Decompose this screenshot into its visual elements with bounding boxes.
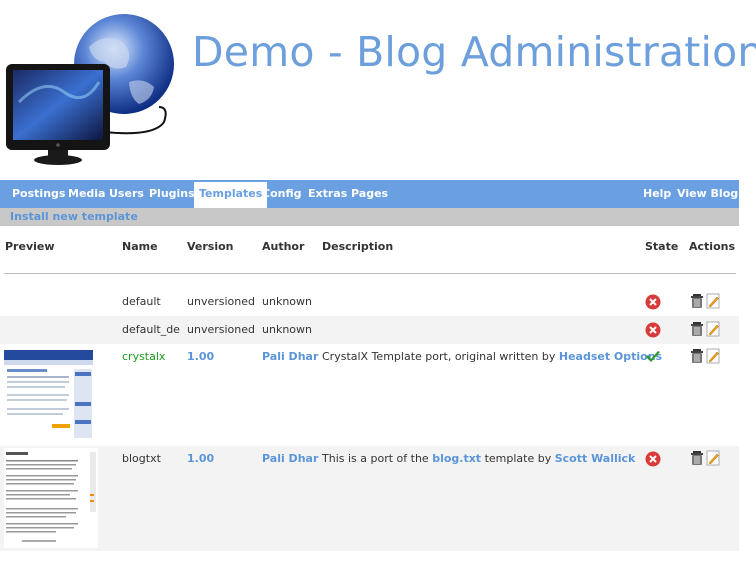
red-x-circle-icon[interactable] [645, 322, 661, 338]
template-author-link[interactable]: Pali Dhar [262, 452, 318, 465]
template-version: unversioned [187, 323, 255, 336]
column-header-name: Name [122, 240, 158, 253]
template-name: blogtxt [122, 452, 161, 465]
description-text: CrystalX Template port, original written… [322, 350, 559, 363]
template-description: CrystalX Template port, original written… [322, 350, 662, 363]
column-header-version: Version [187, 240, 234, 253]
description-text: This is a port of the [322, 452, 433, 465]
template-author: unknown [262, 323, 312, 336]
template-version: unversioned [187, 295, 255, 308]
trash-can-icon[interactable] [690, 450, 704, 466]
column-header-author: Author [262, 240, 305, 253]
column-header-preview: Preview [5, 240, 55, 253]
trash-can-icon[interactable] [690, 321, 704, 337]
trash-can-icon[interactable] [690, 293, 704, 309]
edit-pencil-icon[interactable] [706, 348, 720, 364]
nav-media[interactable]: Media [68, 180, 105, 208]
nav-pages[interactable]: Pages [351, 180, 388, 208]
nav-plugins[interactable]: Plugins [149, 180, 195, 208]
template-description: This is a port of the blog.txt template … [322, 452, 635, 465]
template-name: crystalx [122, 350, 166, 363]
template-author: unknown [262, 295, 312, 308]
template-preview-thumbnail[interactable] [4, 350, 93, 438]
template-preview-thumbnail[interactable] [4, 448, 98, 548]
red-x-circle-icon[interactable] [645, 294, 661, 310]
sub-navigation: Install new template [0, 208, 739, 226]
template-author-link[interactable]: Pali Dhar [262, 350, 318, 363]
nav-extras[interactable]: Extras [308, 180, 347, 208]
table-row: default unversioned unknown [0, 288, 739, 316]
monitor-globe-logo [6, 14, 174, 165]
nav-config[interactable]: Config [262, 180, 302, 208]
template-version: 1.00 [187, 350, 215, 363]
description-text: template by [481, 452, 555, 465]
column-header-description: Description [322, 240, 394, 253]
nav-view-blog[interactable]: View Blog [677, 180, 738, 208]
template-name: default_de [122, 323, 180, 336]
edit-pencil-icon[interactable] [706, 450, 720, 466]
nav-users[interactable]: Users [109, 180, 144, 208]
nav-templates[interactable]: Templates [194, 182, 268, 208]
description-author-link[interactable]: Scott Wallick [555, 452, 636, 465]
description-link[interactable]: blog.txt [432, 452, 481, 465]
table-row: default_de unversioned unknown [0, 316, 739, 344]
edit-pencil-icon[interactable] [706, 293, 720, 309]
page-header: Demo - Blog Administration [0, 0, 756, 178]
nav-help[interactable]: Help [643, 180, 671, 208]
install-new-template-link[interactable]: Install new template [10, 208, 138, 226]
green-check-icon[interactable] [645, 349, 661, 365]
template-version: 1.00 [187, 452, 215, 465]
table-row: crystalx 1.00 Pali Dhar CrystalX Templat… [0, 344, 739, 446]
red-x-circle-icon[interactable] [645, 451, 661, 467]
edit-pencil-icon[interactable] [706, 321, 720, 337]
header-divider [4, 273, 736, 274]
table-row: blogtxt 1.00 Pali Dhar This is a port of… [0, 446, 739, 551]
main-navigation: Postings Media Users Plugins Templates C… [0, 180, 739, 208]
trash-can-icon[interactable] [690, 348, 704, 364]
page-title: Demo - Blog Administration [192, 28, 756, 76]
nav-postings[interactable]: Postings [12, 180, 65, 208]
template-name: default [122, 295, 161, 308]
column-header-actions: Actions [689, 240, 735, 253]
column-header-state: State [645, 240, 679, 253]
